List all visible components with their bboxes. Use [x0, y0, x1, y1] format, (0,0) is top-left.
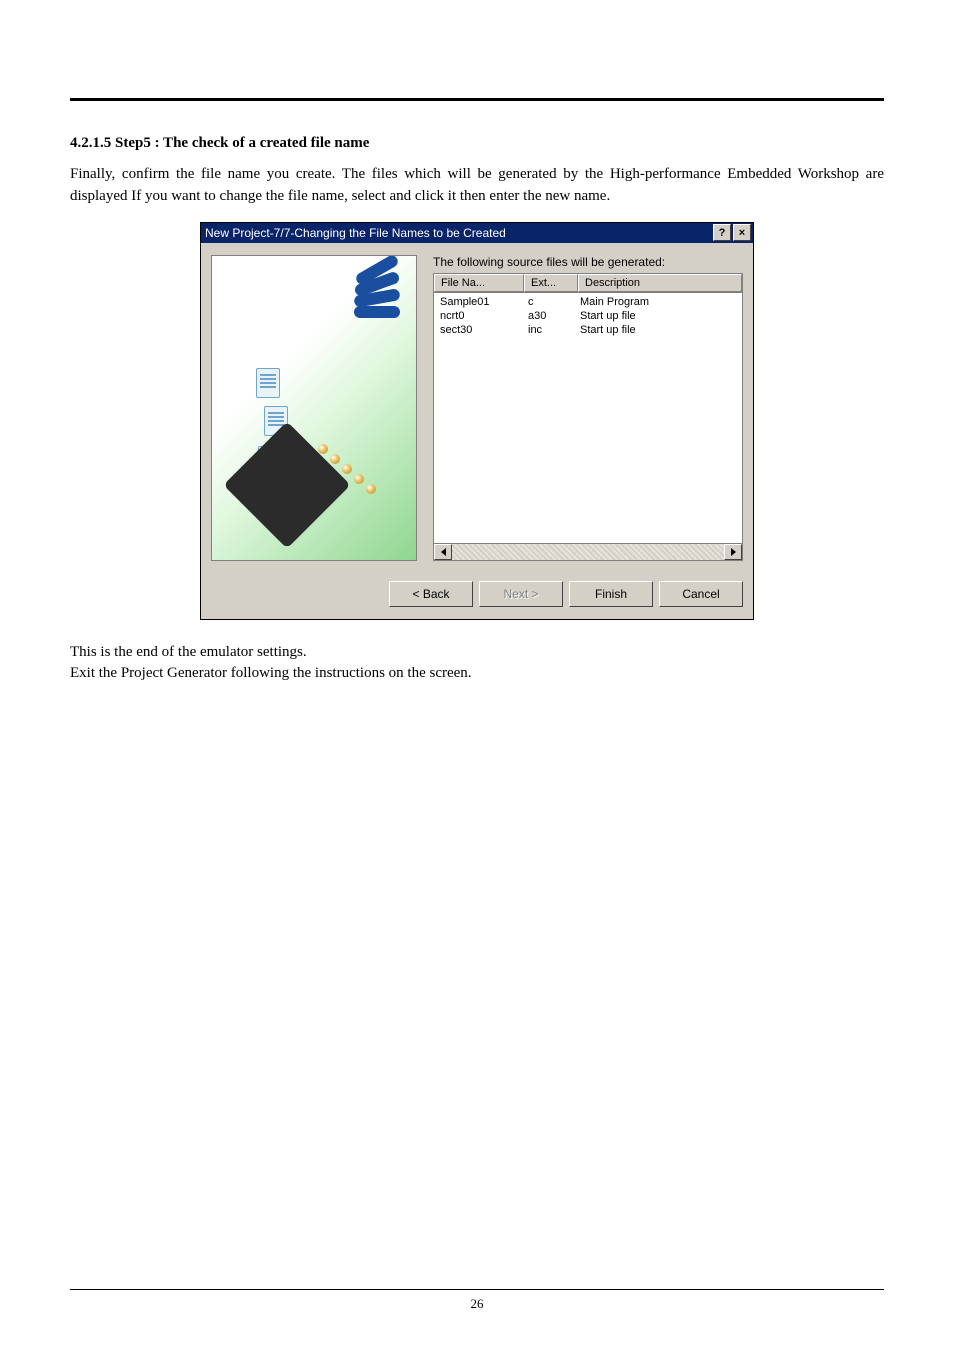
section-para-1: Finally, confirm the file name you creat…	[70, 164, 884, 208]
dialog-figure: New Project-7/7-Changing the File Names …	[70, 222, 884, 620]
scroll-track[interactable]	[452, 544, 724, 560]
next-button: Next >	[479, 581, 563, 607]
dot-icon	[318, 444, 328, 454]
titlebar-help-button[interactable]: ?	[713, 224, 731, 241]
cell-filename: ncrt0	[434, 309, 522, 323]
dot-icon	[354, 474, 364, 484]
titlebar-close-button[interactable]: ×	[733, 224, 751, 241]
dot-icon	[330, 454, 340, 464]
page: 4.2.1.5 Step5 : The check of a created f…	[0, 0, 954, 1350]
finish-button[interactable]: Finish	[569, 581, 653, 607]
rule-bottom	[70, 1289, 884, 1290]
dot-icon	[366, 484, 376, 494]
scroll-left-button[interactable]	[434, 544, 452, 560]
cell-description: Start up file	[574, 309, 742, 323]
col-filename[interactable]: File Na...	[434, 274, 524, 292]
close-icon: ×	[739, 227, 745, 239]
scroll-right-button[interactable]	[724, 544, 742, 560]
rule-top	[70, 98, 884, 101]
cell-filename: Sample01	[434, 295, 522, 309]
titlebar: New Project-7/7-Changing the File Names …	[201, 223, 753, 243]
dialog-button-row: < Back Next > Finish Cancel	[201, 571, 753, 619]
h-scrollbar[interactable]	[434, 543, 742, 560]
doc-icon	[256, 368, 280, 398]
list-item[interactable]: sect30 inc Start up file	[434, 323, 742, 337]
file-list-header: File Na... Ext... Description	[434, 274, 742, 293]
dot-icon	[342, 464, 352, 474]
titlebar-title: New Project-7/7-Changing the File Names …	[205, 226, 711, 240]
col-description[interactable]: Description	[578, 274, 742, 292]
list-caption: The following source files will be gener…	[433, 255, 743, 269]
cell-ext: a30	[522, 309, 574, 323]
page-number: 26	[70, 1296, 884, 1312]
fan-graphic	[348, 264, 404, 328]
list-item[interactable]: ncrt0 a30 Start up file	[434, 309, 742, 323]
chevron-left-icon	[441, 548, 446, 556]
back-button[interactable]: < Back	[389, 581, 473, 607]
cell-description: Start up file	[574, 323, 742, 337]
col-ext[interactable]: Ext...	[524, 274, 578, 292]
wizard-image	[211, 255, 417, 561]
cell-description: Main Program	[574, 295, 742, 309]
cell-filename: sect30	[434, 323, 522, 337]
file-list-rows: Sample01 c Main Program ncrt0 a30 Start …	[434, 293, 742, 337]
dialog-body: The following source files will be gener…	[201, 243, 753, 571]
dialog-window: New Project-7/7-Changing the File Names …	[200, 222, 754, 620]
cell-ext: inc	[522, 323, 574, 337]
cancel-button[interactable]: Cancel	[659, 581, 743, 607]
section-para-2b: Exit the Project Generator following the…	[70, 663, 884, 685]
section-para-2a: This is the end of the emulator settings…	[70, 642, 884, 664]
list-item[interactable]: Sample01 c Main Program	[434, 295, 742, 309]
cell-ext: c	[522, 295, 574, 309]
question-icon: ?	[719, 227, 726, 239]
section-heading: 4.2.1.5 Step5 : The check of a created f…	[70, 135, 884, 152]
page-footer: 26	[70, 1283, 884, 1312]
right-pane: The following source files will be gener…	[433, 255, 743, 561]
chevron-right-icon	[731, 548, 736, 556]
file-list[interactable]: File Na... Ext... Description Sample01 c…	[433, 273, 743, 561]
